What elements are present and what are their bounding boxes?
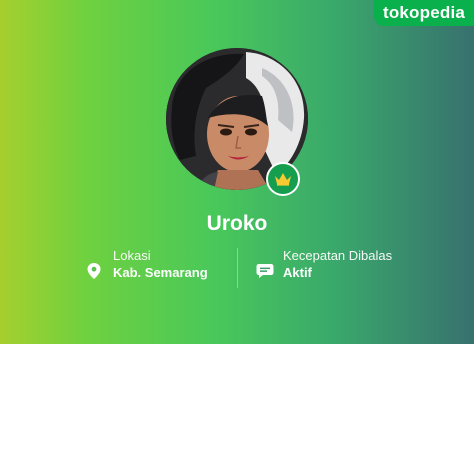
info-divider: [237, 248, 238, 288]
official-store-badge: [266, 162, 300, 196]
location-label: Lokasi: [113, 248, 151, 263]
response-speed-info: Kecepatan Dibalas Aktif: [283, 248, 392, 288]
response-speed-label: Kecepatan Dibalas: [283, 248, 393, 263]
location-pin-icon: [87, 263, 101, 279]
location-value: Kab. Semarang: [113, 265, 208, 280]
response-speed-value: Aktif: [283, 265, 312, 280]
tokopedia-logo[interactable]: tokopedia: [374, 0, 474, 26]
logo-text: tokopedia: [382, 3, 466, 22]
crown-icon: [275, 173, 291, 186]
location-info: Lokasi Kab. Semarang: [113, 248, 208, 288]
shop-name: Uroko: [206, 212, 268, 235]
chat-bubble-icon: [256, 264, 274, 278]
shop-header-banner: tokopedia Uroko Lokasi Kab. Semarang Kec…: [0, 0, 474, 344]
